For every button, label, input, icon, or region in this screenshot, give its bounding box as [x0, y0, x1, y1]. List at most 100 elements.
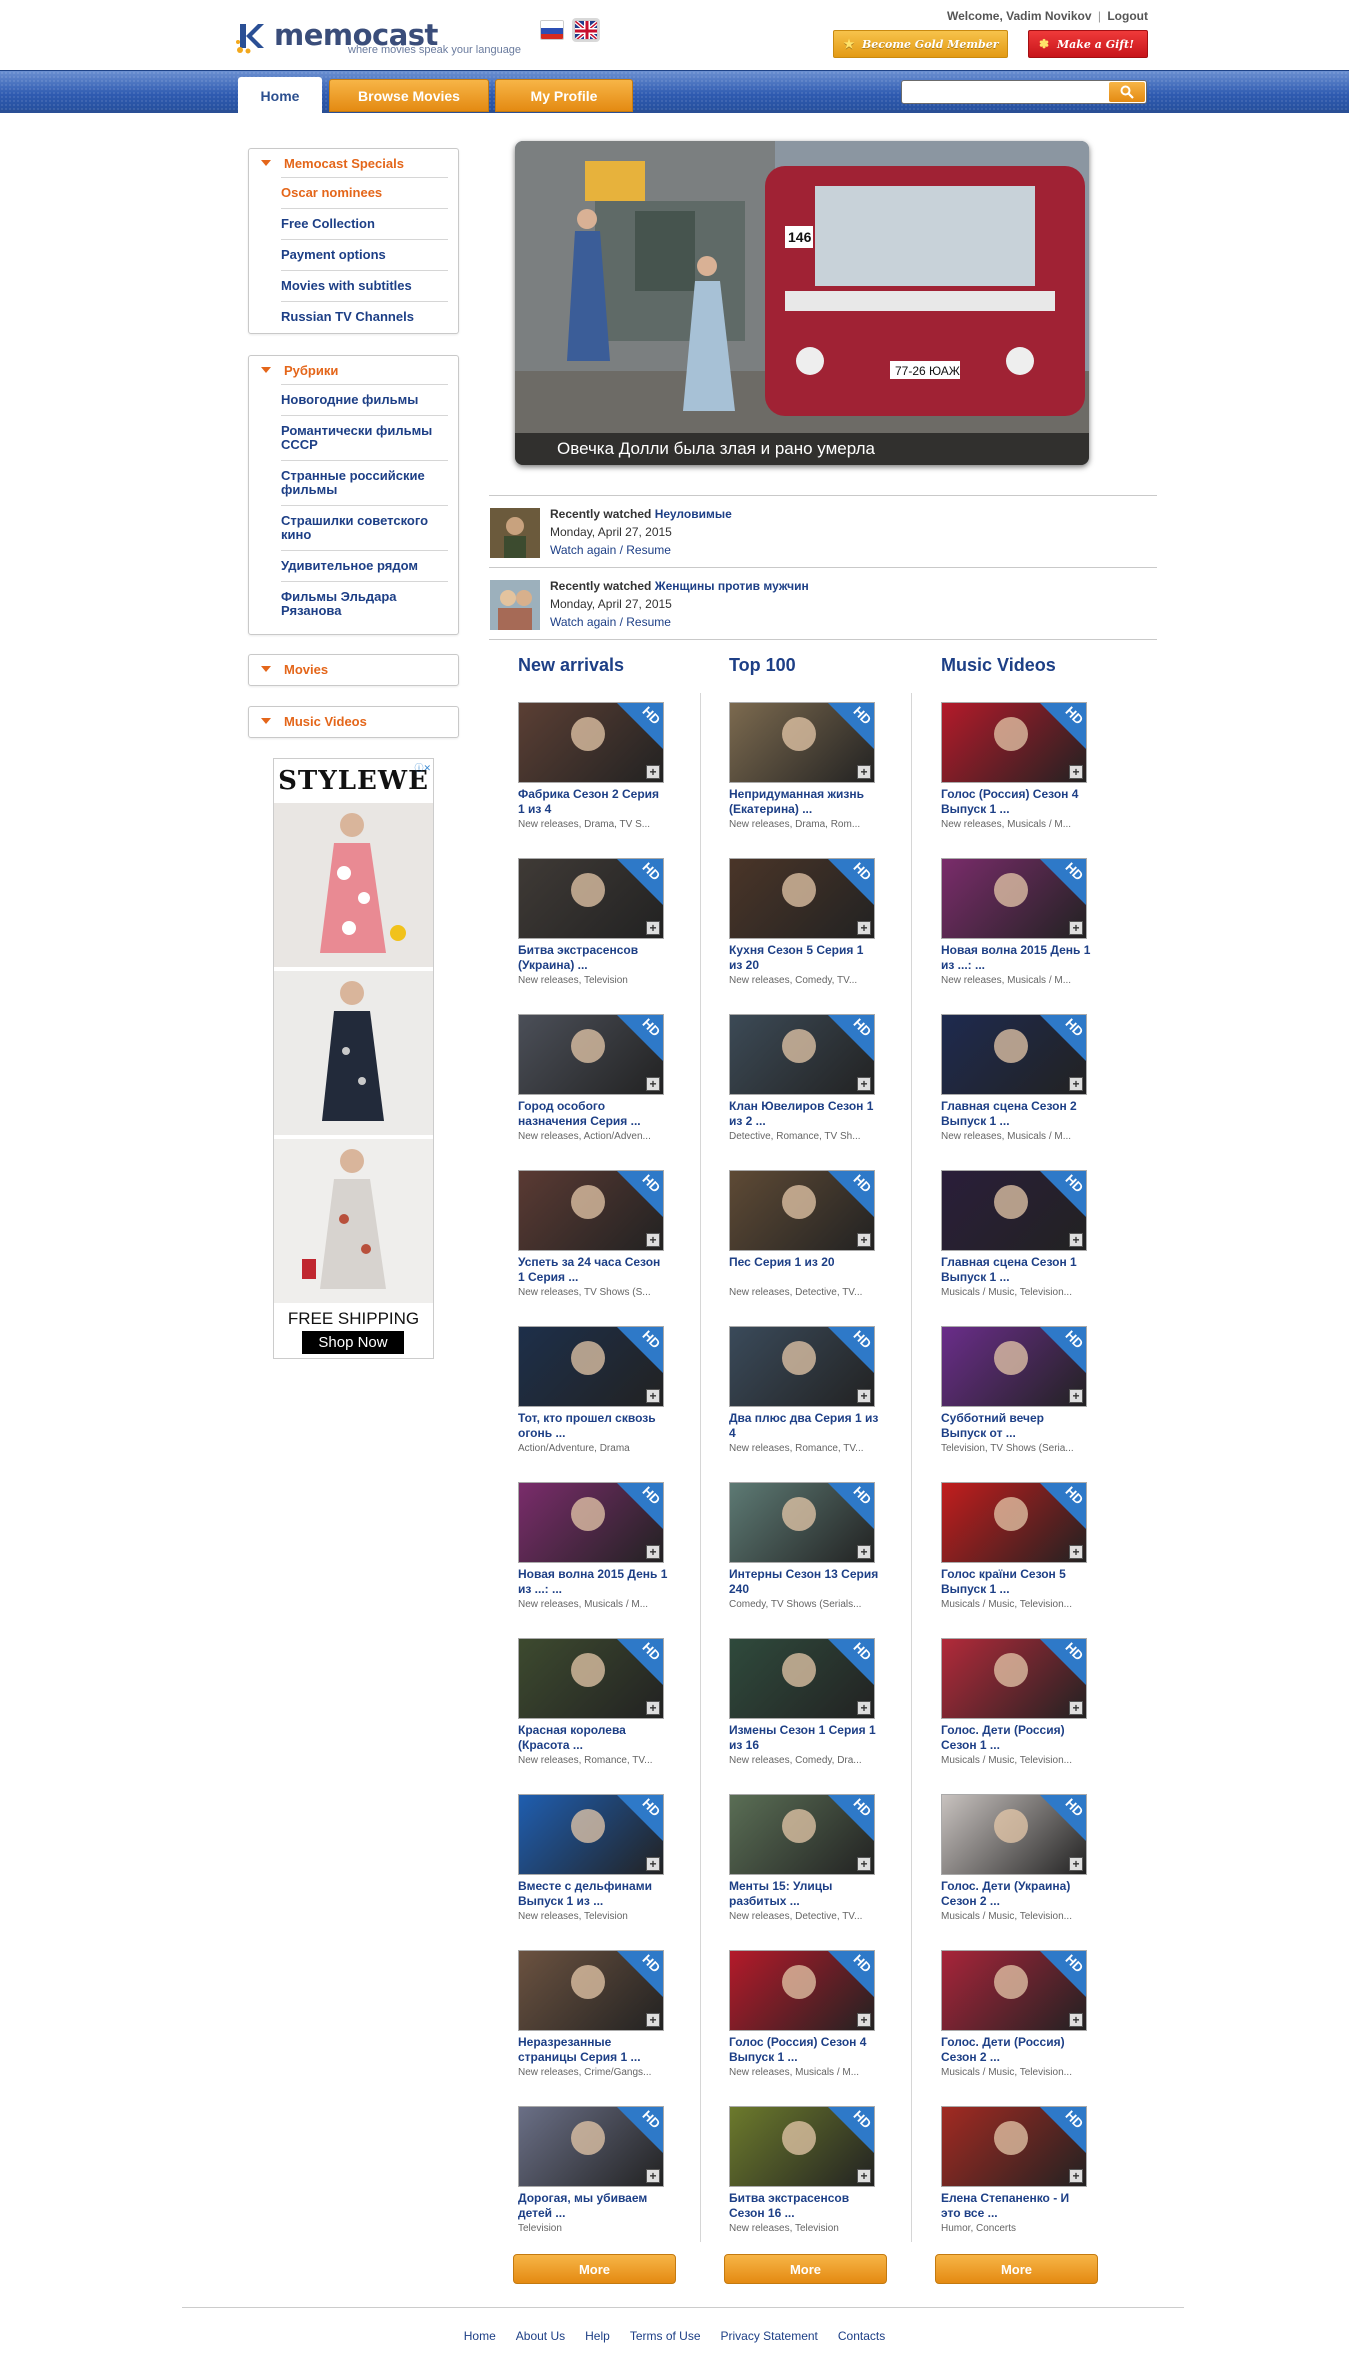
movie-title-link[interactable]: Кухня Сезон 5 Серия 1 из 20 [729, 943, 879, 973]
movie-card[interactable]: HD + Пес Серия 1 из 20 New releases, Detect… [729, 1170, 879, 1298]
footer-link-home[interactable]: Home [464, 2329, 496, 2343]
movie-title-link[interactable]: Измены Сезон 1 Серия 1 из 16 [729, 1723, 879, 1753]
add-to-list-icon[interactable]: + [857, 1701, 871, 1715]
movie-thumbnail[interactable]: HD + [729, 1950, 875, 2031]
add-to-list-icon[interactable]: + [1069, 1857, 1083, 1871]
movie-card[interactable]: HD + Битва экстрасенсов Сезон 16 ... New re… [729, 2106, 879, 2234]
sidebar-item-rubric[interactable]: Фильмы Эльдара Рязанова [281, 581, 448, 626]
movie-thumbnail[interactable]: HD + [941, 1638, 1087, 1719]
add-to-list-icon[interactable]: + [646, 1077, 660, 1091]
movie-card[interactable]: HD + Голос країни Сезон 5 Выпуск 1 ... Musi… [941, 1482, 1091, 1610]
movie-card[interactable]: HD + Голос. Дети (Россия) Сезон 2 ... Music… [941, 1950, 1091, 2078]
movie-title-link[interactable]: Фабрика Сезон 2 Серия 1 из 4 [518, 787, 668, 817]
add-to-list-icon[interactable]: + [1069, 765, 1083, 779]
footer-link-privacy[interactable]: Privacy Statement [721, 2329, 818, 2343]
add-to-list-icon[interactable]: + [1069, 1233, 1083, 1247]
movie-card[interactable]: HD + Кухня Сезон 5 Серия 1 из 20 New releas… [729, 858, 879, 986]
movie-card[interactable]: HD + Главная сцена Сезон 1 Выпуск 1 ... Mus… [941, 1170, 1091, 1298]
english-flag-icon[interactable] [574, 20, 598, 40]
movie-title-link[interactable]: Главная сцена Сезон 1 Выпуск 1 ... [941, 1255, 1091, 1285]
recent-thumbnail[interactable] [490, 508, 540, 558]
sidebar-music-header[interactable]: Music Videos [249, 707, 458, 735]
movie-card[interactable]: HD + Красная королева (Красота ... New rele… [518, 1638, 668, 1766]
movie-card[interactable]: HD + Голос. Дети (Украина) Сезон 2 ... Musi… [941, 1794, 1091, 1922]
movie-title-link[interactable]: Новая волна 2015 День 1 из ...: ... [941, 943, 1091, 973]
add-to-list-icon[interactable]: + [646, 1233, 660, 1247]
movie-title-link[interactable]: Субботний вечер Выпуск от ... [941, 1411, 1091, 1441]
movie-thumbnail[interactable]: HD + [941, 2106, 1087, 2187]
movie-thumbnail[interactable]: HD + [729, 1170, 875, 1251]
movie-thumbnail[interactable]: HD + [729, 2106, 875, 2187]
movie-card[interactable]: HD + Главная сцена Сезон 2 Выпуск 1 ... New… [941, 1014, 1091, 1142]
ad-info-close-icon[interactable]: ⓘ✕ [414, 761, 431, 774]
add-to-list-icon[interactable]: + [857, 921, 871, 935]
add-to-list-icon[interactable]: + [857, 2013, 871, 2027]
add-to-list-icon[interactable]: + [1069, 2169, 1083, 2183]
movie-title-link[interactable]: Битва экстрасенсов (Украина) ... [518, 943, 668, 973]
sidebar-movies-header[interactable]: Movies [249, 655, 458, 683]
movie-card[interactable]: HD + Новая волна 2015 День 1 из ...: ... Ne… [941, 858, 1091, 986]
movie-title-link[interactable]: Пес Серия 1 из 20 [729, 1255, 879, 1285]
logout-link[interactable]: Logout [1107, 9, 1148, 23]
movie-thumbnail[interactable]: HD + [941, 702, 1087, 783]
movie-title-link[interactable]: Красная королева (Красота ... [518, 1723, 668, 1753]
add-to-list-icon[interactable]: + [1069, 1701, 1083, 1715]
more-new-arrivals-button[interactable]: More [513, 2254, 676, 2284]
add-to-list-icon[interactable]: + [1069, 2013, 1083, 2027]
movie-thumbnail[interactable]: HD + [518, 702, 664, 783]
movie-card[interactable]: HD + Фабрика Сезон 2 Серия 1 из 4 New relea… [518, 702, 668, 830]
movie-title-link[interactable]: Неразрезанные страницы Серия 1 ... [518, 2035, 668, 2065]
add-to-list-icon[interactable]: + [1069, 1545, 1083, 1559]
movie-title-link[interactable]: Тот, кто прошел сквозь огонь ... [518, 1411, 668, 1441]
sidebar-movies[interactable]: Movies [248, 654, 459, 686]
movie-title-link[interactable]: Голос (Россия) Сезон 4 Выпуск 1 ... [941, 787, 1091, 817]
sidebar-item-payment-options[interactable]: Payment options [281, 239, 448, 270]
sidebar-rubrics-header[interactable]: Рубрики [249, 356, 458, 384]
movie-title-link[interactable]: Дорогая, мы убиваем детей ... [518, 2191, 668, 2221]
movie-thumbnail[interactable]: HD + [518, 1326, 664, 1407]
tab-browse-movies[interactable]: Browse Movies [329, 79, 489, 112]
sidebar-item-rubric[interactable]: Странные российские фильмы [281, 460, 448, 505]
footer-link-terms[interactable]: Terms of Use [630, 2329, 701, 2343]
movie-title-link[interactable]: Два плюс два Серия 1 из 4 [729, 1411, 879, 1441]
movie-thumbnail[interactable]: HD + [518, 858, 664, 939]
add-to-list-icon[interactable]: + [857, 1233, 871, 1247]
movie-title-link[interactable]: Елена Степаненко - И это все ... [941, 2191, 1091, 2221]
sidebar-specials-header[interactable]: Memocast Specials [249, 149, 458, 177]
movie-card[interactable]: HD + Интерны Сезон 13 Серия 240 Comedy, TV … [729, 1482, 879, 1610]
movie-title-link[interactable]: Менты 15: Улицы разбитых ... [729, 1879, 879, 1909]
sidebar-item-rubric[interactable]: Новогодние фильмы [281, 384, 448, 415]
recent-title-link[interactable]: Неуловимые [655, 507, 732, 521]
movie-title-link[interactable]: Главная сцена Сезон 2 Выпуск 1 ... [941, 1099, 1091, 1129]
movie-card[interactable]: HD + Голос (Россия) Сезон 4 Выпуск 1 ... Ne… [729, 1950, 879, 2078]
movie-title-link[interactable]: Голос. Дети (Россия) Сезон 2 ... [941, 2035, 1091, 2065]
movie-card[interactable]: HD + Елена Степаненко - И это все ... Humor… [941, 2106, 1091, 2234]
sidebar-item-movies-with-subtitles[interactable]: Movies with subtitles [281, 270, 448, 301]
add-to-list-icon[interactable]: + [857, 1077, 871, 1091]
movie-card[interactable]: HD + Вместе с дельфинами Выпуск 1 из ... Ne… [518, 1794, 668, 1922]
more-top-100-button[interactable]: More [724, 2254, 887, 2284]
watch-again-link[interactable]: Watch again / Resume [550, 615, 671, 629]
movie-thumbnail[interactable]: HD + [941, 1794, 1087, 1875]
sidebar-item-russian-tv-channels[interactable]: Russian TV Channels [281, 301, 448, 332]
add-to-list-icon[interactable]: + [1069, 1077, 1083, 1091]
logo[interactable]: memocast where movies speak your languag… [236, 18, 521, 60]
movie-thumbnail[interactable]: HD + [729, 702, 875, 783]
watch-again-link[interactable]: Watch again / Resume [550, 543, 671, 557]
sidebar-music-videos[interactable]: Music Videos [248, 706, 459, 738]
movie-title-link[interactable]: Город особого назначения Серия ... [518, 1099, 668, 1129]
movie-card[interactable]: HD + Дорогая, мы убиваем детей ... Televisi… [518, 2106, 668, 2234]
add-to-list-icon[interactable]: + [857, 1857, 871, 1871]
movie-card[interactable]: HD + Клан Ювелиров Сезон 1 из 2 ... Detecti… [729, 1014, 879, 1142]
movie-card[interactable]: HD + Непридуманная жизнь (Екатерина) ... Ne… [729, 702, 879, 830]
movie-thumbnail[interactable]: HD + [518, 1170, 664, 1251]
movie-thumbnail[interactable]: HD + [518, 1638, 664, 1719]
movie-card[interactable]: HD + Менты 15: Улицы разбитых ... New relea… [729, 1794, 879, 1922]
movie-thumbnail[interactable]: HD + [729, 1326, 875, 1407]
add-to-list-icon[interactable]: + [646, 2169, 660, 2183]
featured-hero-banner[interactable]: 77-26 ЮАЖ 146 Овечка Долли была злая и р… [515, 141, 1089, 465]
movie-title-link[interactable]: Успеть за 24 часа Сезон 1 Серия ... [518, 1255, 668, 1285]
movie-title-link[interactable]: Непридуманная жизнь (Екатерина) ... [729, 787, 879, 817]
tab-my-profile[interactable]: My Profile [495, 79, 633, 112]
movie-card[interactable]: HD + Новая волна 2015 День 1 из ...: ... Ne… [518, 1482, 668, 1610]
